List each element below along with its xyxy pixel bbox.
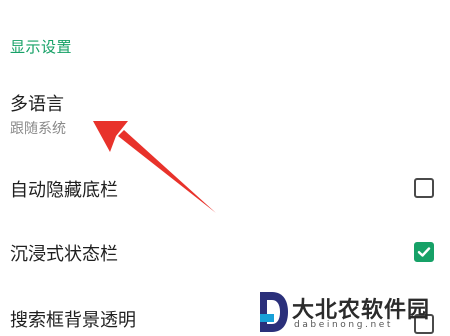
watermark: 大北农软件园 dabeinong.net [258,288,450,336]
watermark-logo-icon [260,292,288,332]
annotation-arrow-icon [93,121,216,213]
settings-screen: 显示设置 多语言 跟随系统 自动隐藏底栏 沉浸式状态栏 搜索框背景透明 大北农软… [0,0,450,336]
watermark-url: dabeinong.net [294,320,394,330]
